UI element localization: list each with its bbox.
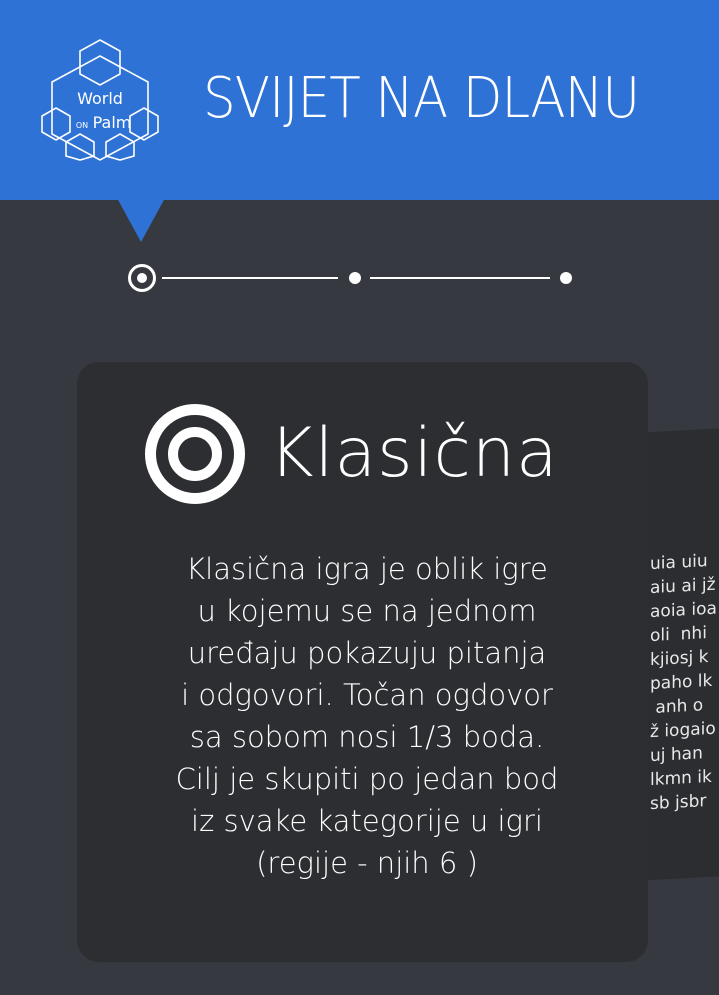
mode-title: Klasična: [269, 414, 559, 493]
step-3[interactable]: [560, 272, 572, 284]
logo-line1: World: [77, 89, 123, 108]
description-line: (regije - njih 6 ): [256, 846, 478, 880]
description-line: sa sobom nosi 1/3 boda.: [189, 720, 545, 754]
description-line: iz svake kategorije u igri: [191, 804, 543, 838]
step-connector: [162, 277, 338, 279]
app-title: SVIJET NA DLANU: [203, 66, 640, 131]
logo-line2: Palm: [93, 113, 132, 132]
description-line: Klasična igra je oblik igre: [186, 552, 548, 586]
mode-stepper[interactable]: [128, 262, 578, 294]
next-card-text: uia uiu aiu ai jž aoia ioa oli nhi kjiosj kp…: [650, 546, 719, 816]
game-mode-card[interactable]: Klasična Klasična igra je oblik igre u ko…: [77, 362, 648, 962]
description-line: u kojemu se na jednom: [197, 594, 537, 628]
description-line: Cilj je skupiti po jedan bod: [175, 762, 559, 796]
description-line: i odgovori. Točan ogdovor: [181, 678, 553, 712]
target-ring-icon: [145, 404, 245, 504]
step-connector: [370, 277, 550, 279]
header-pointer: [117, 198, 165, 242]
step-1-active[interactable]: [128, 264, 156, 292]
world-on-palm-logo: World ON Palm: [41, 39, 159, 161]
description-line: uređaju pokazuju pitanja: [187, 636, 547, 670]
step-2[interactable]: [349, 272, 361, 284]
preview-line: uia uiu: [650, 551, 708, 575]
logo-on: ON: [76, 121, 88, 130]
mode-description: Klasična igra je oblik igre u kojemu se n…: [107, 548, 627, 884]
app-header: World ON Palm SVIJET NA DLANU: [0, 0, 719, 200]
